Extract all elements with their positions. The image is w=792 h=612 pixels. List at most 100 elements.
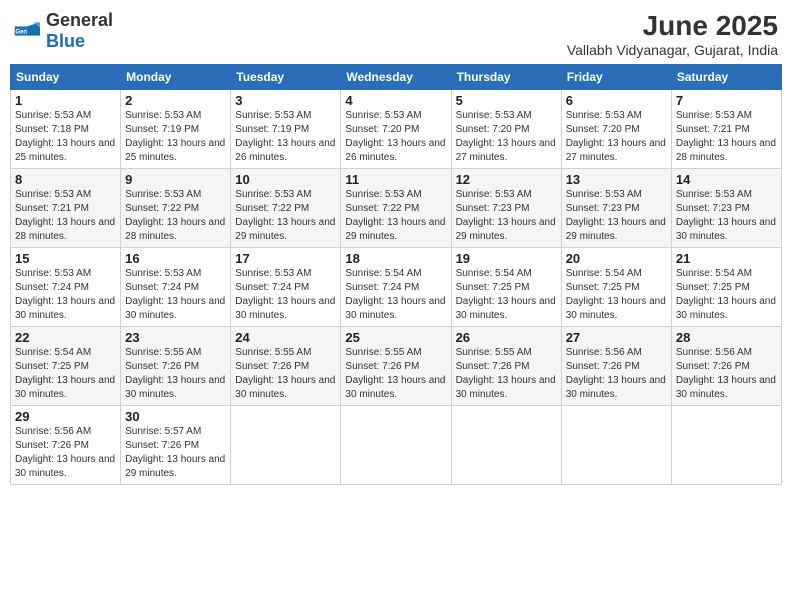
- calendar-cell: 3 Sunrise: 5:53 AMSunset: 7:19 PMDayligh…: [231, 90, 341, 169]
- day-number: 13: [566, 172, 667, 187]
- calendar-cell: 26 Sunrise: 5:55 AMSunset: 7:26 PMDaylig…: [451, 327, 561, 406]
- day-info: Sunrise: 5:53 AMSunset: 7:22 PMDaylight:…: [345, 188, 446, 244]
- day-info: Sunrise: 5:53 AMSunset: 7:24 PMDaylight:…: [15, 267, 116, 323]
- logo-blue: Blue: [46, 31, 85, 51]
- day-number: 1: [15, 93, 116, 108]
- day-number: 11: [345, 172, 446, 187]
- day-number: 26: [456, 330, 557, 345]
- calendar-cell: 30 Sunrise: 5:57 AMSunset: 7:26 PMDaylig…: [121, 406, 231, 485]
- day-info: Sunrise: 5:53 AMSunset: 7:18 PMDaylight:…: [15, 109, 116, 165]
- header-thursday: Thursday: [451, 65, 561, 90]
- day-info: Sunrise: 5:53 AMSunset: 7:19 PMDaylight:…: [125, 109, 226, 165]
- calendar-cell: 1 Sunrise: 5:53 AMSunset: 7:18 PMDayligh…: [11, 90, 121, 169]
- day-number: 16: [125, 251, 226, 266]
- calendar: Sunday Monday Tuesday Wednesday Thursday…: [10, 64, 782, 485]
- day-number: 21: [676, 251, 777, 266]
- calendar-cell: 21 Sunrise: 5:54 AMSunset: 7:25 PMDaylig…: [671, 248, 781, 327]
- calendar-cell: 12 Sunrise: 5:53 AMSunset: 7:23 PMDaylig…: [451, 169, 561, 248]
- calendar-cell: 25 Sunrise: 5:55 AMSunset: 7:26 PMDaylig…: [341, 327, 451, 406]
- header-friday: Friday: [561, 65, 671, 90]
- day-info: Sunrise: 5:53 AMSunset: 7:21 PMDaylight:…: [676, 109, 777, 165]
- calendar-cell: 28 Sunrise: 5:56 AMSunset: 7:26 PMDaylig…: [671, 327, 781, 406]
- day-info: Sunrise: 5:55 AMSunset: 7:26 PMDaylight:…: [456, 346, 557, 402]
- svg-text:Gen: Gen: [15, 30, 27, 36]
- calendar-cell: 8 Sunrise: 5:53 AMSunset: 7:21 PMDayligh…: [11, 169, 121, 248]
- calendar-cell: 29 Sunrise: 5:56 AMSunset: 7:26 PMDaylig…: [11, 406, 121, 485]
- calendar-cell: 22 Sunrise: 5:54 AMSunset: 7:25 PMDaylig…: [11, 327, 121, 406]
- logo-general: General: [46, 10, 113, 30]
- day-info: Sunrise: 5:56 AMSunset: 7:26 PMDaylight:…: [566, 346, 667, 402]
- day-info: Sunrise: 5:53 AMSunset: 7:20 PMDaylight:…: [566, 109, 667, 165]
- day-number: 23: [125, 330, 226, 345]
- calendar-cell: 19 Sunrise: 5:54 AMSunset: 7:25 PMDaylig…: [451, 248, 561, 327]
- day-number: 20: [566, 251, 667, 266]
- day-number: 17: [235, 251, 336, 266]
- day-info: Sunrise: 5:53 AMSunset: 7:21 PMDaylight:…: [15, 188, 116, 244]
- week-row-3: 15 Sunrise: 5:53 AMSunset: 7:24 PMDaylig…: [11, 248, 782, 327]
- calendar-cell: 16 Sunrise: 5:53 AMSunset: 7:24 PMDaylig…: [121, 248, 231, 327]
- logo-text: General Blue: [46, 10, 113, 52]
- calendar-cell: 10 Sunrise: 5:53 AMSunset: 7:22 PMDaylig…: [231, 169, 341, 248]
- header-sunday: Sunday: [11, 65, 121, 90]
- day-info: Sunrise: 5:53 AMSunset: 7:19 PMDaylight:…: [235, 109, 336, 165]
- day-number: 4: [345, 93, 446, 108]
- day-number: 18: [345, 251, 446, 266]
- day-info: Sunrise: 5:54 AMSunset: 7:24 PMDaylight:…: [345, 267, 446, 323]
- day-number: 2: [125, 93, 226, 108]
- calendar-cell: 2 Sunrise: 5:53 AMSunset: 7:19 PMDayligh…: [121, 90, 231, 169]
- calendar-cell: 17 Sunrise: 5:53 AMSunset: 7:24 PMDaylig…: [231, 248, 341, 327]
- day-number: 25: [345, 330, 446, 345]
- day-info: Sunrise: 5:53 AMSunset: 7:24 PMDaylight:…: [125, 267, 226, 323]
- day-info: Sunrise: 5:54 AMSunset: 7:25 PMDaylight:…: [15, 346, 116, 402]
- day-info: Sunrise: 5:53 AMSunset: 7:20 PMDaylight:…: [345, 109, 446, 165]
- day-info: Sunrise: 5:55 AMSunset: 7:26 PMDaylight:…: [125, 346, 226, 402]
- logo: Gen General Blue: [14, 10, 113, 52]
- week-row-2: 8 Sunrise: 5:53 AMSunset: 7:21 PMDayligh…: [11, 169, 782, 248]
- calendar-cell: [671, 406, 781, 485]
- location-title: Vallabh Vidyanagar, Gujarat, India: [567, 42, 778, 58]
- day-info: Sunrise: 5:55 AMSunset: 7:26 PMDaylight:…: [345, 346, 446, 402]
- day-number: 29: [15, 409, 116, 424]
- calendar-cell: [561, 406, 671, 485]
- day-number: 19: [456, 251, 557, 266]
- header-tuesday: Tuesday: [231, 65, 341, 90]
- day-number: 24: [235, 330, 336, 345]
- calendar-cell: 23 Sunrise: 5:55 AMSunset: 7:26 PMDaylig…: [121, 327, 231, 406]
- calendar-cell: 7 Sunrise: 5:53 AMSunset: 7:21 PMDayligh…: [671, 90, 781, 169]
- day-info: Sunrise: 5:54 AMSunset: 7:25 PMDaylight:…: [456, 267, 557, 323]
- calendar-cell: 15 Sunrise: 5:53 AMSunset: 7:24 PMDaylig…: [11, 248, 121, 327]
- day-info: Sunrise: 5:53 AMSunset: 7:23 PMDaylight:…: [566, 188, 667, 244]
- day-number: 22: [15, 330, 116, 345]
- day-info: Sunrise: 5:53 AMSunset: 7:22 PMDaylight:…: [125, 188, 226, 244]
- calendar-cell: [231, 406, 341, 485]
- calendar-cell: [341, 406, 451, 485]
- calendar-cell: 4 Sunrise: 5:53 AMSunset: 7:20 PMDayligh…: [341, 90, 451, 169]
- calendar-cell: [451, 406, 561, 485]
- day-info: Sunrise: 5:55 AMSunset: 7:26 PMDaylight:…: [235, 346, 336, 402]
- day-number: 7: [676, 93, 777, 108]
- calendar-cell: 13 Sunrise: 5:53 AMSunset: 7:23 PMDaylig…: [561, 169, 671, 248]
- day-info: Sunrise: 5:53 AMSunset: 7:20 PMDaylight:…: [456, 109, 557, 165]
- day-info: Sunrise: 5:53 AMSunset: 7:23 PMDaylight:…: [676, 188, 777, 244]
- weekday-header-row: Sunday Monday Tuesday Wednesday Thursday…: [11, 65, 782, 90]
- day-number: 14: [676, 172, 777, 187]
- calendar-cell: 20 Sunrise: 5:54 AMSunset: 7:25 PMDaylig…: [561, 248, 671, 327]
- day-info: Sunrise: 5:53 AMSunset: 7:24 PMDaylight:…: [235, 267, 336, 323]
- header-wednesday: Wednesday: [341, 65, 451, 90]
- day-info: Sunrise: 5:57 AMSunset: 7:26 PMDaylight:…: [125, 425, 226, 481]
- header-monday: Monday: [121, 65, 231, 90]
- day-number: 3: [235, 93, 336, 108]
- day-number: 30: [125, 409, 226, 424]
- day-number: 5: [456, 93, 557, 108]
- calendar-cell: 27 Sunrise: 5:56 AMSunset: 7:26 PMDaylig…: [561, 327, 671, 406]
- calendar-cell: 11 Sunrise: 5:53 AMSunset: 7:22 PMDaylig…: [341, 169, 451, 248]
- logo-icon: Gen: [14, 21, 42, 41]
- title-area: June 2025 Vallabh Vidyanagar, Gujarat, I…: [567, 10, 778, 58]
- day-info: Sunrise: 5:54 AMSunset: 7:25 PMDaylight:…: [676, 267, 777, 323]
- day-number: 12: [456, 172, 557, 187]
- day-number: 10: [235, 172, 336, 187]
- week-row-4: 22 Sunrise: 5:54 AMSunset: 7:25 PMDaylig…: [11, 327, 782, 406]
- calendar-cell: 6 Sunrise: 5:53 AMSunset: 7:20 PMDayligh…: [561, 90, 671, 169]
- day-info: Sunrise: 5:56 AMSunset: 7:26 PMDaylight:…: [15, 425, 116, 481]
- week-row-1: 1 Sunrise: 5:53 AMSunset: 7:18 PMDayligh…: [11, 90, 782, 169]
